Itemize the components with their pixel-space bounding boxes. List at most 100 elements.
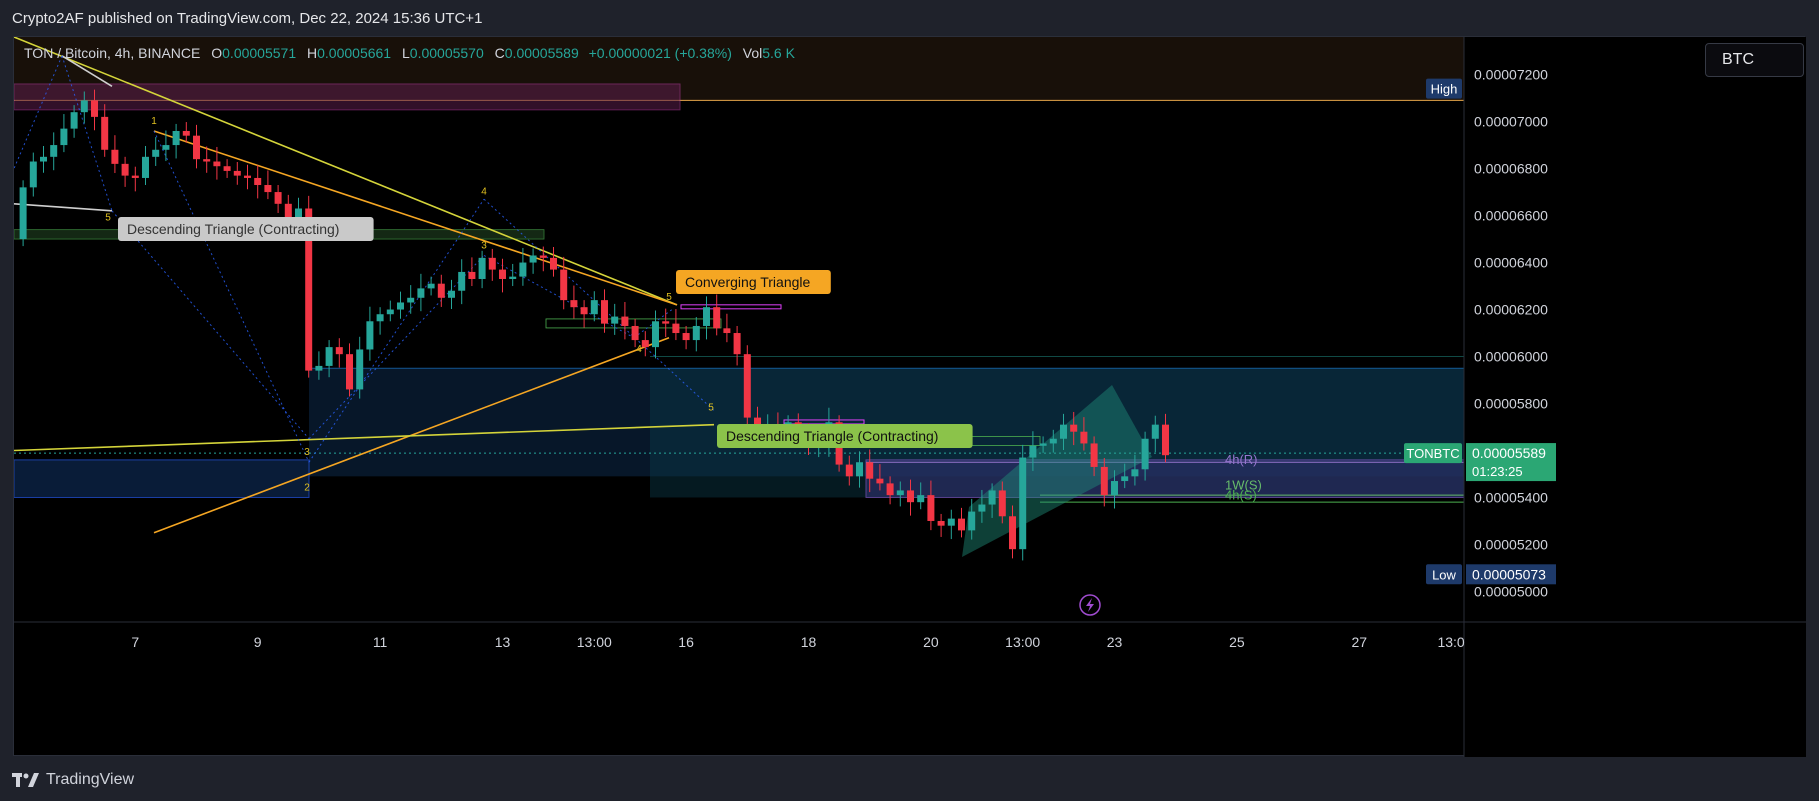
currency-button[interactable]: BTC xyxy=(1705,43,1804,77)
candle-body xyxy=(1039,443,1047,446)
candle-body xyxy=(407,297,415,303)
candle-body xyxy=(468,271,476,279)
candle-body xyxy=(162,145,170,150)
candle-body xyxy=(427,283,435,289)
candle-body xyxy=(733,333,741,355)
candle-body xyxy=(560,269,568,301)
legend-high-label: H xyxy=(307,45,318,61)
y-tick-label: 0.00007200 xyxy=(1474,67,1548,83)
candle-body xyxy=(70,112,78,129)
legend-change: +0.00000021 (+0.38%) xyxy=(588,45,732,61)
candle-body xyxy=(1151,424,1159,439)
legend-open-label: O xyxy=(211,45,223,61)
ohlc-legend: TON / Bitcoin, 4h, BINANCE O0.00005571 H… xyxy=(24,45,795,61)
pattern-point-label: 5 xyxy=(105,212,111,223)
candle-body xyxy=(1100,466,1108,496)
candle-body xyxy=(998,490,1006,517)
publish-info: Crypto2AF published on TradingView.com, … xyxy=(12,9,483,27)
pattern-point-label: 2 xyxy=(304,482,310,493)
annotation-layer: 5 1 3 2 4 3 4 5 5 Descending Triangle (Contractin… xyxy=(105,116,1262,616)
x-tick-label: 9 xyxy=(254,634,262,650)
y-tick-label: 0.00006000 xyxy=(1474,349,1548,365)
candle-body xyxy=(1019,457,1027,550)
candle-body xyxy=(223,166,231,171)
candle-body xyxy=(1070,424,1078,432)
candle-body xyxy=(499,269,506,279)
candle-body xyxy=(346,354,353,390)
x-tick-label: 23 xyxy=(1107,634,1123,650)
candle-body xyxy=(233,170,241,176)
legend-vol-value: 5.6 K xyxy=(762,45,795,61)
y-tick-label: 0.00006600 xyxy=(1474,208,1548,224)
tradingview-logo[interactable]: TradingView xyxy=(12,768,134,792)
annotation-converging-triangle-text: Converging Triangle xyxy=(685,274,811,290)
candlestick-chart[interactable]: 513243455Descending Triangle (Contractin… xyxy=(14,37,1806,757)
legend-open-value: 0.00005571 xyxy=(222,45,297,61)
candle-body xyxy=(866,462,874,479)
x-tick-label: 13 xyxy=(495,634,511,650)
candle-body xyxy=(488,257,496,270)
candle-body xyxy=(366,321,374,350)
candle-body xyxy=(111,149,119,164)
x-tick-label: 27 xyxy=(1352,634,1368,650)
candle-body xyxy=(152,149,160,157)
candle-body xyxy=(172,130,180,146)
candle-body xyxy=(886,483,894,496)
footer-brand: TradingView xyxy=(46,771,135,788)
chart-pane[interactable]: 5 1 3 2 4 3 4 5 5 Descending Triangle (Contractin… xyxy=(13,36,1806,757)
candle-body xyxy=(315,365,323,371)
x-tick-label: 7 xyxy=(131,634,139,650)
x-tick-label: 25 xyxy=(1229,634,1245,650)
candle-body xyxy=(1141,438,1149,470)
candle-body xyxy=(101,116,109,150)
tradingview-snapshot: Crypto2AF published on TradingView.com, … xyxy=(0,0,1819,801)
annotation-descending-triangle-2-text: Descending Triangle (Contracting) xyxy=(726,428,938,444)
candle-body xyxy=(713,307,721,329)
candle-body xyxy=(376,314,384,322)
x-tick-label: 13:0 xyxy=(1437,634,1464,650)
annotation-converging-triangle: Converging Triangle xyxy=(676,270,831,294)
x-tick-label: 20 xyxy=(923,634,939,650)
legend-close-label: C xyxy=(494,45,505,61)
candle-body xyxy=(448,290,455,298)
candle-body xyxy=(80,100,88,113)
supply-zone-magenta xyxy=(14,83,681,111)
candle-body xyxy=(254,177,262,186)
y-tick-label: 0.00005000 xyxy=(1474,583,1548,599)
candle-body xyxy=(519,262,527,277)
x-tick-label: 16 xyxy=(678,634,694,650)
candle-body xyxy=(437,283,445,298)
low-price-value: 0.00005073 xyxy=(1472,566,1546,582)
pattern-point-label: 3 xyxy=(481,240,487,251)
candle-body xyxy=(845,464,853,477)
candle-body xyxy=(40,156,47,162)
candle-body xyxy=(203,159,211,162)
candle-body xyxy=(142,156,149,178)
candle-body xyxy=(60,128,68,146)
candle-body xyxy=(570,300,578,308)
candle-body xyxy=(590,300,598,315)
candle-body xyxy=(896,490,904,496)
candle-body xyxy=(723,328,731,334)
candle-body xyxy=(703,307,710,326)
candle-body xyxy=(856,462,863,477)
candle-body xyxy=(244,175,251,178)
candle-body xyxy=(682,333,690,341)
candle-body xyxy=(539,255,547,258)
x-tick-label: 13:00 xyxy=(577,634,612,650)
annotation-descending-triangle-1: Descending Triangle (Contracting) xyxy=(118,217,374,241)
candle-body xyxy=(917,495,925,503)
legend-high-value: 0.00005661 xyxy=(317,45,392,61)
candle-body xyxy=(213,161,221,167)
candle-body xyxy=(1131,469,1139,477)
candle-body xyxy=(131,175,139,178)
pattern-point-label: 4 xyxy=(636,344,642,355)
candle-body xyxy=(417,288,425,298)
candle-body xyxy=(91,100,98,117)
symbol-tag-label: TONBTC xyxy=(1406,446,1459,461)
sr-zone-purple xyxy=(865,459,1465,498)
x-tick-label: 11 xyxy=(373,634,388,650)
candle-body xyxy=(621,316,629,326)
candle-body xyxy=(927,495,935,521)
y-tick-label: 0.00006800 xyxy=(1474,161,1548,177)
